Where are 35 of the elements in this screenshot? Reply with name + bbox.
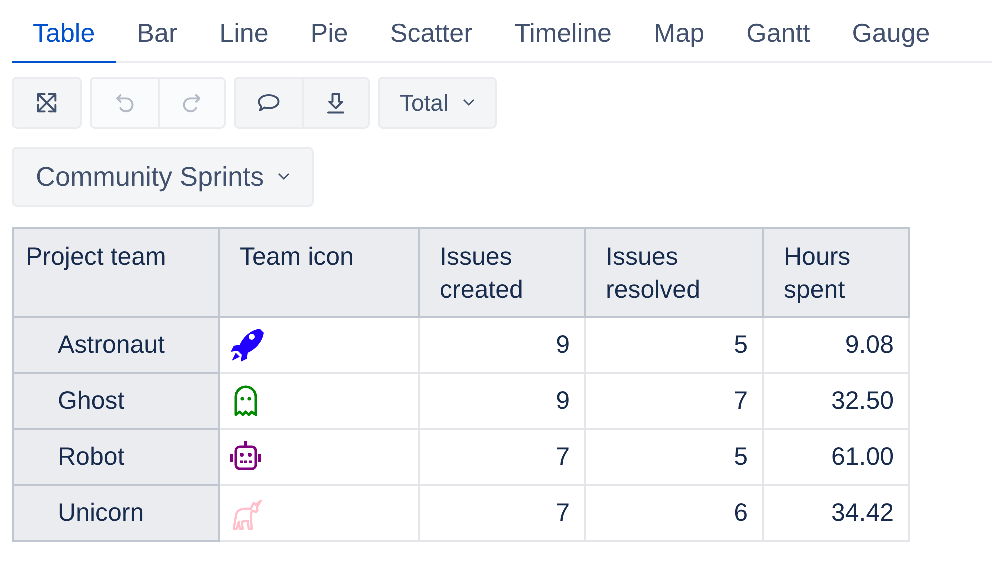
row-header: Astronaut <box>13 317 219 373</box>
tab[interactable]: Timeline <box>494 0 634 63</box>
column-header: Issues resolved <box>585 228 763 317</box>
chevron-down-icon <box>278 173 290 181</box>
table-cell: 9 <box>419 317 585 373</box>
column-header: Issues created <box>419 228 585 317</box>
tab[interactable]: Scatter <box>369 0 494 63</box>
table-cell: 9.08 <box>763 317 909 373</box>
table-cell: 61.00 <box>763 429 909 485</box>
tab[interactable]: Map <box>633 0 726 63</box>
row-header: Ghost <box>13 373 219 429</box>
page-dropdown[interactable]: Community Sprints <box>12 147 314 207</box>
chevron-down-icon <box>462 99 475 107</box>
table-cell: 7 <box>419 429 585 485</box>
row-header: Robot <box>13 429 219 485</box>
table-cell: 32.50 <box>763 373 909 429</box>
total-dropdown[interactable]: Total <box>378 77 497 129</box>
tab[interactable]: Pie <box>290 0 370 63</box>
table-cell: 6 <box>585 485 763 541</box>
table-cell: 34.42 <box>763 485 909 541</box>
tab[interactable]: Bar <box>116 0 199 63</box>
table-cell: 5 <box>585 429 763 485</box>
expand-button[interactable] <box>14 79 80 127</box>
tab[interactable]: Line <box>198 0 290 63</box>
table-cell: 5 <box>585 317 763 373</box>
table-cell: 7 <box>419 485 585 541</box>
row-header: Unicorn <box>13 485 219 541</box>
tab[interactable]: Table <box>12 0 116 63</box>
table-cell: 7 <box>585 373 763 429</box>
column-header: Project team <box>13 228 219 317</box>
table-cell: 9 <box>419 373 585 429</box>
tab[interactable]: Gauge <box>831 0 952 63</box>
column-header: Hours spent <box>763 228 909 317</box>
tab[interactable]: Gantt <box>726 0 832 63</box>
column-header: Team icon <box>219 228 419 317</box>
